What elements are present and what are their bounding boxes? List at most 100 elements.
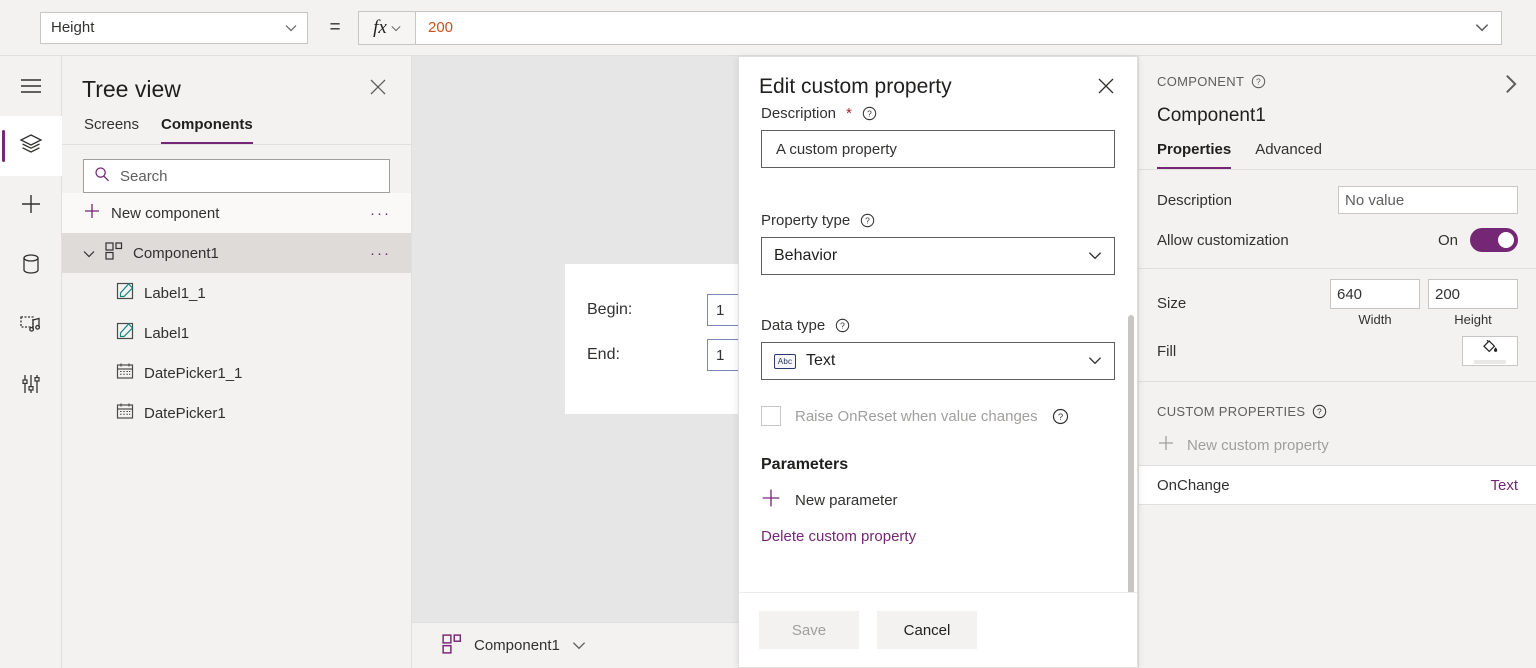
left-rail bbox=[0, 56, 62, 668]
sidebar-item-data[interactable] bbox=[0, 236, 62, 296]
delete-custom-property-link[interactable]: Delete custom property bbox=[761, 528, 1115, 545]
fill-color-swatch bbox=[1474, 360, 1506, 364]
tree-item-label1-1[interactable]: Label1_1 bbox=[62, 273, 411, 313]
height-input[interactable]: 200 bbox=[1428, 279, 1518, 309]
tree-item-label: DatePicker1_1 bbox=[144, 365, 242, 382]
paint-bucket-icon bbox=[1481, 338, 1499, 358]
description-field[interactable]: No value bbox=[1338, 186, 1518, 214]
close-icon[interactable] bbox=[1093, 75, 1119, 101]
dialog-scrollbar[interactable] bbox=[1128, 315, 1134, 592]
panel-eyebrow: COMPONENT ? bbox=[1157, 74, 1504, 89]
help-icon[interactable]: ? bbox=[862, 106, 877, 121]
height-field-wrap: 200 Height bbox=[1428, 279, 1518, 327]
properties-panel-header: COMPONENT ? bbox=[1139, 56, 1536, 99]
tab-properties[interactable]: Properties bbox=[1157, 141, 1231, 169]
component-icon bbox=[442, 634, 462, 658]
tree-item-label: Label1_1 bbox=[144, 285, 206, 302]
svg-text:?: ? bbox=[867, 109, 872, 119]
tree-view-header: Tree view bbox=[62, 56, 411, 104]
help-icon[interactable]: ? bbox=[860, 213, 875, 228]
tree-item-datepicker1[interactable]: DatePicker1 bbox=[62, 393, 411, 433]
tree-item-datepicker1-1[interactable]: DatePicker1_1 bbox=[62, 353, 411, 393]
height-caption: Height bbox=[1454, 312, 1492, 327]
sidebar-item-advanced-tools[interactable] bbox=[0, 356, 62, 416]
formula-bar: Height = fx 200 bbox=[0, 0, 1536, 56]
dialog-scroll-content: Description * ? A custom property Proper… bbox=[761, 101, 1115, 545]
property-type-label-row: Property type ? bbox=[761, 212, 1115, 229]
data-type-label: Data type bbox=[761, 317, 825, 334]
menu-icon[interactable] bbox=[0, 56, 62, 116]
new-parameter-button[interactable]: New parameter bbox=[761, 488, 1115, 512]
panel-title: Component1 bbox=[1139, 99, 1536, 127]
new-parameter-label: New parameter bbox=[795, 492, 898, 509]
overflow-menu-icon[interactable]: ··· bbox=[370, 245, 391, 262]
sidebar-item-tree-view[interactable] bbox=[0, 116, 62, 176]
save-button[interactable]: Save bbox=[759, 611, 859, 649]
chevron-down-icon bbox=[391, 22, 401, 34]
new-component-button[interactable]: New component ··· bbox=[62, 193, 411, 233]
tab-screens[interactable]: Screens bbox=[84, 116, 139, 144]
tree-item-label: Label1 bbox=[144, 325, 189, 342]
raise-onreset-checkbox[interactable] bbox=[761, 406, 781, 426]
svg-text:?: ? bbox=[1058, 412, 1063, 423]
description-input[interactable]: A custom property bbox=[761, 130, 1115, 168]
dialog-footer: Save Cancel bbox=[739, 592, 1137, 667]
size-label: Size bbox=[1157, 295, 1330, 312]
allow-customization-label: Allow customization bbox=[1157, 232, 1438, 249]
edit-custom-property-dialog: Edit custom property Description * ? A c… bbox=[738, 56, 1138, 668]
tab-components[interactable]: Components bbox=[161, 116, 253, 144]
new-component-label: New component bbox=[111, 205, 219, 222]
plus-icon bbox=[83, 202, 101, 224]
sidebar-item-insert[interactable] bbox=[0, 176, 62, 236]
properties-panel: COMPONENT ? Component1 Properties Advanc… bbox=[1138, 56, 1536, 668]
sidebar-item-media[interactable] bbox=[0, 296, 62, 356]
search-input[interactable]: Search bbox=[83, 159, 390, 193]
fx-label: fx bbox=[373, 17, 387, 39]
chevron-down-icon bbox=[285, 22, 297, 34]
raise-onreset-label: Raise OnReset when value changes bbox=[795, 408, 1038, 425]
fill-label: Fill bbox=[1157, 343, 1462, 360]
layers-icon bbox=[19, 132, 43, 161]
page-title: Tree view bbox=[82, 76, 365, 103]
status-component-label: Component1 bbox=[474, 637, 560, 654]
chevron-down-icon bbox=[1088, 355, 1102, 367]
property-type-select[interactable]: Behavior bbox=[761, 237, 1115, 275]
custom-property-row-onchange[interactable]: OnChange Text bbox=[1139, 465, 1536, 505]
chevron-down-icon[interactable] bbox=[572, 637, 586, 654]
help-icon[interactable]: ? bbox=[1251, 74, 1266, 89]
size-row: Size 640 Width 200 Height bbox=[1139, 277, 1536, 329]
plus-icon bbox=[1157, 434, 1175, 456]
chevron-right-icon[interactable] bbox=[1504, 74, 1518, 99]
fill-row: Fill bbox=[1139, 329, 1536, 373]
tree-item-label1[interactable]: Label1 bbox=[62, 313, 411, 353]
chevron-down-icon[interactable] bbox=[83, 245, 95, 262]
chevron-down-icon bbox=[1088, 250, 1102, 262]
fill-color-button[interactable] bbox=[1462, 336, 1518, 366]
property-select[interactable]: Height bbox=[40, 12, 308, 44]
tree-item-component1[interactable]: Component1 ··· bbox=[62, 233, 411, 273]
tab-advanced[interactable]: Advanced bbox=[1255, 141, 1322, 169]
equals-sign: = bbox=[324, 17, 346, 39]
help-icon[interactable]: ? bbox=[835, 318, 850, 333]
media-icon bbox=[19, 313, 43, 340]
new-custom-property-button[interactable]: New custom property bbox=[1139, 425, 1536, 465]
close-icon[interactable] bbox=[365, 74, 391, 104]
data-type-select[interactable]: Abc Text bbox=[761, 342, 1115, 380]
width-input[interactable]: 640 bbox=[1330, 279, 1420, 309]
data-type-label-row: Data type ? bbox=[761, 317, 1115, 334]
abc-icon: Abc bbox=[774, 354, 796, 369]
required-mark: * bbox=[846, 105, 852, 122]
fx-button[interactable]: fx bbox=[358, 11, 416, 45]
dialog-header: Edit custom property bbox=[739, 57, 1137, 101]
cancel-button[interactable]: Cancel bbox=[877, 611, 977, 649]
end-label: End: bbox=[587, 346, 707, 364]
expand-formula-bar-icon[interactable] bbox=[1475, 21, 1489, 35]
custom-property-value[interactable]: Text bbox=[1490, 477, 1518, 494]
help-icon[interactable]: ? bbox=[1312, 404, 1327, 419]
help-icon[interactable]: ? bbox=[1052, 408, 1069, 425]
overflow-menu-icon[interactable]: ··· bbox=[370, 205, 391, 222]
formula-input[interactable]: 200 bbox=[416, 11, 1502, 45]
description-label: Description bbox=[761, 105, 836, 122]
search-wrap: Search bbox=[62, 145, 411, 193]
allow-customization-toggle[interactable] bbox=[1470, 228, 1518, 252]
